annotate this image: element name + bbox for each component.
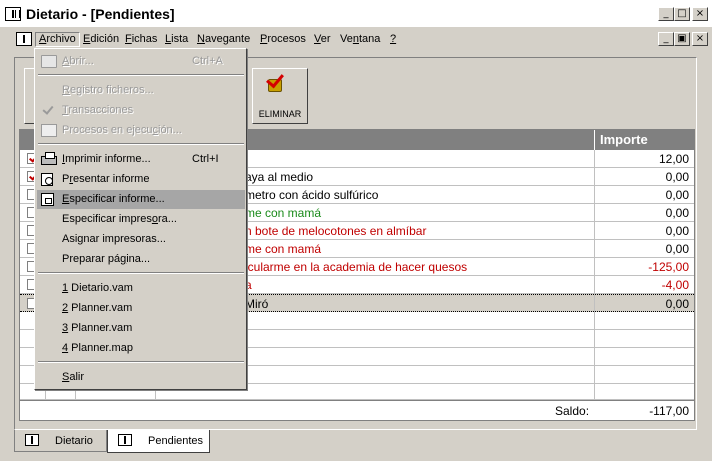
minimize-button[interactable]: _ xyxy=(658,7,674,21)
print-preview-icon xyxy=(41,173,53,186)
open-folder-icon xyxy=(41,55,57,68)
child-close-button[interactable]: × xyxy=(692,32,708,46)
menu-navegante[interactable]: Navegante xyxy=(194,32,253,47)
menu-bar: Archivo Edición Fichas Lista Navegante P… xyxy=(0,29,712,50)
menu-item-asignar-impresoras[interactable]: Asignar impresoras... xyxy=(37,230,245,249)
book-icon xyxy=(25,434,39,446)
menu-separator xyxy=(38,272,244,274)
eliminar-button[interactable]: ELIMINAR xyxy=(252,68,308,124)
menu-item-recent-4[interactable]: 4 Planner.map xyxy=(37,339,245,358)
menu-separator xyxy=(38,361,244,363)
menu-ver[interactable]: Ver xyxy=(311,32,334,47)
row-amount: 0,00 xyxy=(594,168,694,186)
saldo-value: -117,00 xyxy=(649,404,689,418)
window-tabs: Dietario Pendientes xyxy=(12,430,702,454)
header-importe[interactable]: Importe xyxy=(594,130,694,150)
menu-item-recent-1[interactable]: 1 Dietario.vam xyxy=(37,279,245,298)
row-amount: 0,00 xyxy=(594,240,694,258)
menu-separator xyxy=(38,143,244,145)
menu-item-preparar-pagina[interactable]: Preparar página... xyxy=(37,250,245,269)
app-book-icon[interactable] xyxy=(5,7,21,21)
row-amount: 0,00 xyxy=(594,204,694,222)
menu-procesos[interactable]: Procesos xyxy=(257,32,309,47)
tab-dietario[interactable]: Dietario xyxy=(14,430,107,452)
row-amount: 0,00 xyxy=(594,295,694,313)
row-description: me con mamá xyxy=(245,206,322,220)
row-description: icularme en la academia de hacer quesos xyxy=(245,260,468,274)
menu-help[interactable]: ? xyxy=(387,32,399,47)
row-description: me con mamá xyxy=(245,242,322,256)
child-window-icon[interactable] xyxy=(16,32,32,46)
check-icon xyxy=(41,104,57,117)
menu-item-especificar-impresora[interactable]: Especificar impresora... xyxy=(37,210,245,229)
saldo-label: Saldo: xyxy=(555,404,590,418)
printer-icon xyxy=(41,152,57,165)
window-title: Dietario - [Pendientes] xyxy=(26,6,175,22)
row-description: n bote de melocotones en almíbar xyxy=(245,224,427,238)
title-bar: Dietario - [Pendientes] _ □ × xyxy=(0,0,712,28)
grid-footer: Saldo: -117,00 xyxy=(20,400,694,420)
eliminar-label: ELIMINAR xyxy=(258,109,302,119)
row-description: Miró xyxy=(245,297,269,311)
report-spec-icon xyxy=(41,193,54,206)
menu-item-procesos-ejecucion[interactable]: Procesos en ejecución... xyxy=(37,121,245,140)
menu-lista[interactable]: Lista xyxy=(162,32,191,47)
menu-item-registro-ficheros[interactable]: Registro ficheros... xyxy=(37,81,245,100)
tab-pendientes[interactable]: Pendientes xyxy=(107,430,210,453)
row-amount: 0,00 xyxy=(594,222,694,240)
menu-edicion[interactable]: Edición xyxy=(80,32,122,47)
menu-item-especificar-informe[interactable]: Especificar informe... xyxy=(37,190,245,209)
book-icon xyxy=(118,434,132,446)
menu-fichas[interactable]: Fichas xyxy=(122,32,160,47)
child-restore-button[interactable]: ▣ xyxy=(674,32,690,46)
close-button[interactable]: × xyxy=(692,7,708,21)
row-amount: -4,00 xyxy=(594,276,694,294)
delete-check-icon xyxy=(266,69,284,93)
menu-item-transacciones[interactable]: Transacciones xyxy=(37,101,245,120)
row-description: aya al medio xyxy=(245,170,314,184)
row-description: metro con ácido sulfúrico xyxy=(245,188,379,202)
menu-item-imprimir-informe[interactable]: Imprimir informe... Ctrl+I xyxy=(37,150,245,169)
menu-item-abrir[interactable]: Abrir... Ctrl+A xyxy=(37,52,245,71)
row-amount: -125,00 xyxy=(594,258,694,276)
menu-item-salir[interactable]: Salir xyxy=(37,368,245,387)
process-list-icon xyxy=(41,124,57,137)
menu-ventana[interactable]: Ventana xyxy=(337,32,383,47)
menu-separator xyxy=(38,74,244,76)
row-amount: 12,00 xyxy=(594,150,694,168)
child-minimize-button[interactable]: _ xyxy=(658,32,674,46)
menu-item-recent-3[interactable]: 3 Planner.vam xyxy=(37,319,245,338)
row-amount: 0,00 xyxy=(594,186,694,204)
menu-item-recent-2[interactable]: 2 Planner.vam xyxy=(37,299,245,318)
menu-item-presentar-informe[interactable]: Presentar informe xyxy=(37,170,245,189)
archivo-menu: Abrir... Ctrl+A Registro ficheros... Tra… xyxy=(34,48,247,390)
menu-archivo[interactable]: Archivo xyxy=(35,32,80,47)
maximize-button[interactable]: □ xyxy=(674,7,690,21)
